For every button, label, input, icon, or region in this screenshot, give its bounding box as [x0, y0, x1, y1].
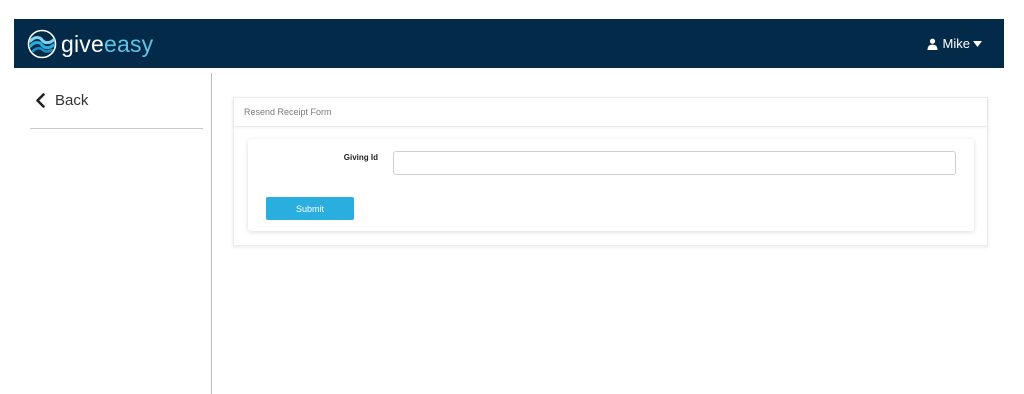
user-menu[interactable]: Mike — [927, 36, 982, 51]
sidebar-divider — [30, 128, 203, 129]
logo-word-easy: easy — [104, 30, 154, 57]
giveeasy-logo[interactable]: giveeasy — [27, 29, 153, 59]
giving-id-input[interactable] — [393, 151, 956, 175]
resend-receipt-panel: Resend Receipt Form Giving Id Submit — [233, 97, 988, 246]
giveeasy-logo-icon — [27, 29, 57, 59]
sidebar-vertical-divider — [211, 73, 212, 394]
user-icon — [927, 38, 938, 50]
giving-id-label: Giving Id — [343, 153, 378, 162]
back-label: Back — [55, 92, 89, 109]
chevron-left-icon — [36, 93, 45, 108]
logo-word-give: give — [61, 30, 104, 57]
panel-title: Resend Receipt Form — [234, 98, 987, 127]
user-name: Mike — [942, 36, 970, 51]
caret-down-icon — [973, 41, 982, 47]
resend-receipt-form: Giving Id Submit — [248, 139, 974, 231]
submit-button[interactable]: Submit — [266, 197, 354, 220]
page: giveeasy Mike Back Resend Receipt Form G… — [0, 0, 1024, 394]
top-navbar: giveeasy Mike — [14, 19, 1004, 68]
back-link[interactable]: Back — [35, 92, 88, 109]
logo-wordmark: giveeasy — [61, 30, 154, 57]
